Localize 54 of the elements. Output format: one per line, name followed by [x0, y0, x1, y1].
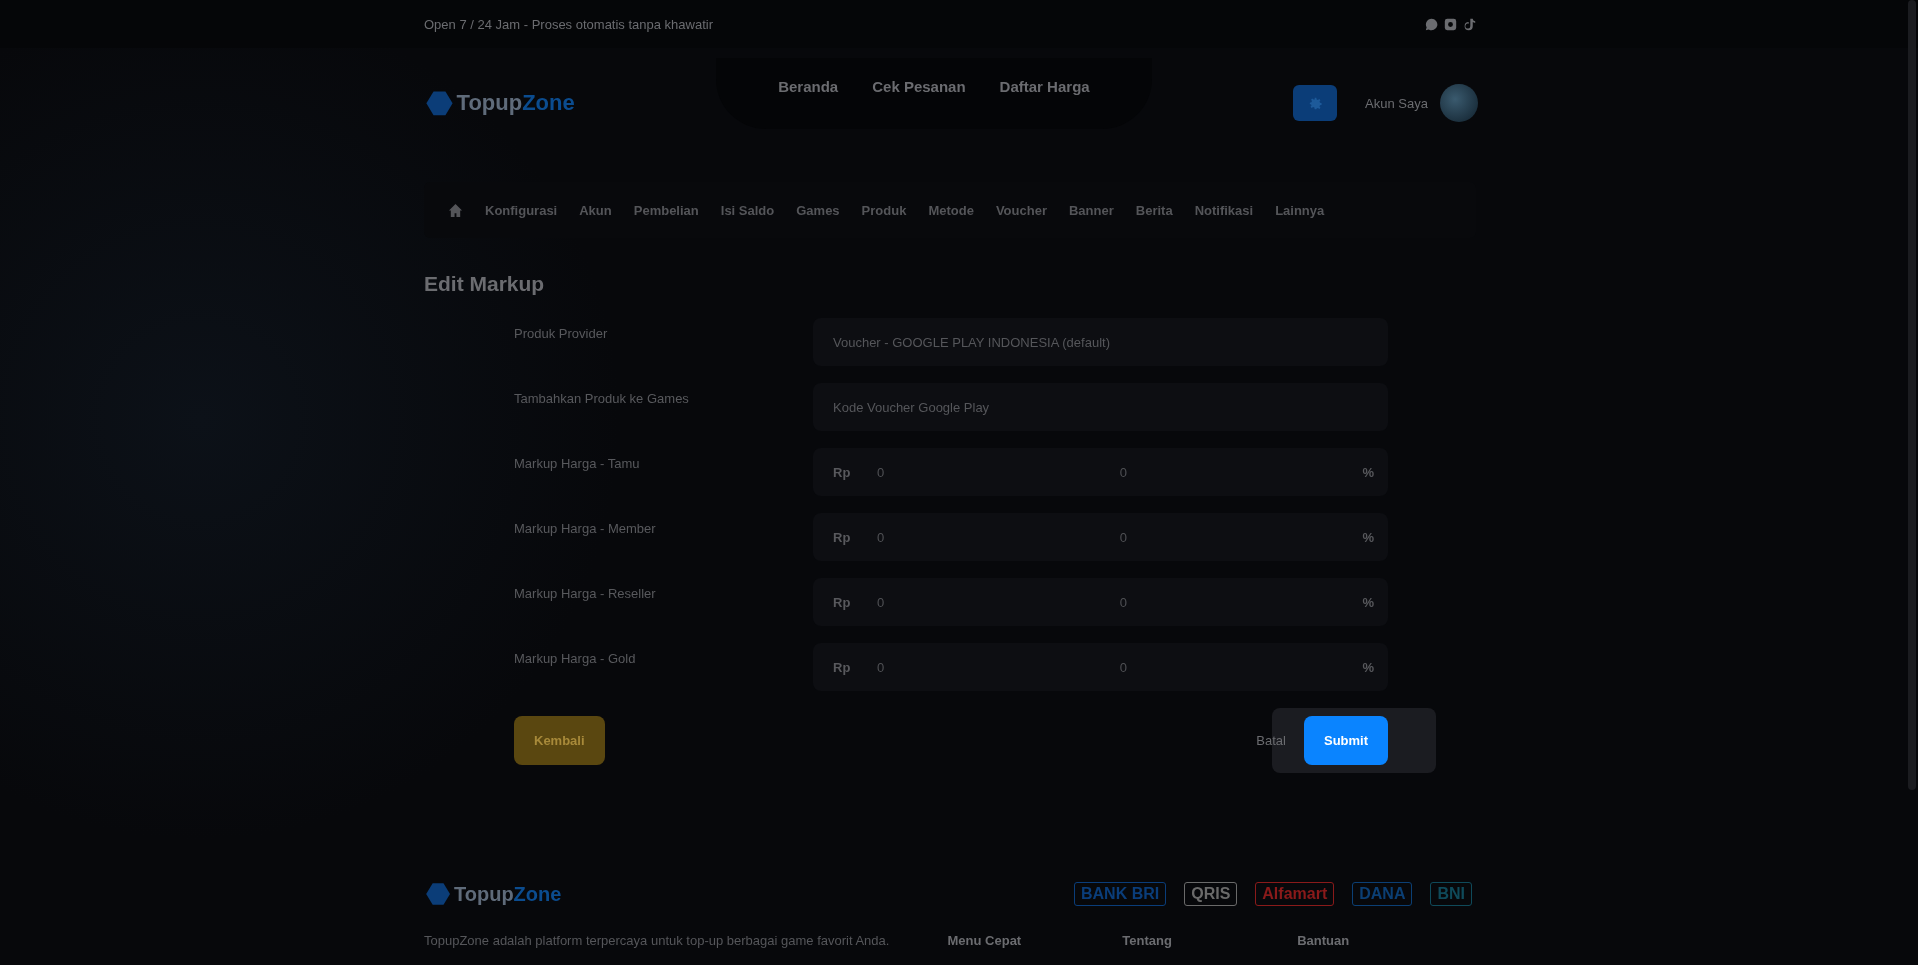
tagline: Open 7 / 24 Jam - Proses otomatis tanpa khawatir — [424, 16, 714, 32]
payment-logo: QRIS — [1184, 882, 1238, 906]
footer-heading: Menu Cepat — [947, 933, 1023, 948]
menu-item[interactable]: Notifikasi — [1194, 202, 1254, 218]
submit-button[interactable]: Submit — [1304, 716, 1388, 765]
field-label: Markup Harga - Member — [514, 520, 657, 536]
footer-heading: Tentang — [1122, 933, 1173, 948]
menu-item[interactable]: Lainnya — [1275, 202, 1325, 218]
field-label: Produk Provider — [514, 325, 609, 341]
markup-field[interactable]: Rp 0 0 % — [813, 448, 1388, 496]
input-field[interactable]: Kode Voucher Google Play — [813, 383, 1388, 431]
field-label: Tambahkan Produk ke Games — [514, 390, 690, 406]
settings-icon[interactable] — [1308, 96, 1322, 110]
account-link[interactable]: Akun Saya — [1365, 95, 1428, 111]
logo-icon — [424, 88, 453, 118]
logo[interactable]: TopupZone — [424, 881, 562, 907]
field-label: Markup Harga - Reseller — [514, 585, 657, 601]
logo-icon — [424, 881, 450, 907]
scrollbar[interactable] — [1908, 0, 1916, 790]
menu-item[interactable]: Akun — [579, 202, 612, 218]
payment-logo: DANA — [1352, 882, 1413, 906]
menu-item[interactable]: Voucher — [995, 202, 1047, 218]
payment-logo: BNI — [1430, 882, 1472, 906]
markup-field[interactable]: Rp 0 0 % — [813, 513, 1388, 561]
logo[interactable]: TopupZone — [424, 88, 575, 118]
menu-item[interactable]: Berita — [1135, 202, 1173, 218]
nav-link[interactable]: Beranda — [778, 77, 839, 95]
cancel-button[interactable]: Batal — [1256, 733, 1286, 748]
markup-field[interactable]: Rp 0 0 % — [813, 643, 1388, 691]
menu-item[interactable]: Games — [796, 202, 840, 218]
payment-logo: BANK BRI — [1073, 882, 1167, 906]
field-label: Markup Harga - Gold — [514, 650, 637, 666]
back-button[interactable]: Kembali — [514, 716, 605, 765]
home-icon[interactable] — [448, 202, 463, 218]
menu-item[interactable]: Produk — [861, 202, 907, 218]
nav-link[interactable]: Daftar Harga — [999, 77, 1090, 95]
input-field[interactable]: Voucher - GOOGLE PLAY INDONESIA (default) — [813, 318, 1388, 366]
page-title: Edit Markup — [424, 272, 546, 296]
footer-heading: Bantuan — [1297, 933, 1351, 948]
payment-logo: Alfamart — [1255, 882, 1335, 906]
settings-button[interactable] — [1293, 85, 1338, 121]
field-label: Markup Harga - Tamu — [514, 455, 641, 471]
markup-field[interactable]: Rp 0 0 % — [813, 578, 1388, 626]
chat-icon[interactable] — [1425, 17, 1438, 31]
menu-item[interactable]: Konfigurasi — [485, 202, 558, 218]
footer-description: TopupZone adalah platform terpercaya untuk top-up berbagai game favorit Anda. — [424, 933, 891, 948]
nav-link[interactable]: Cek Pesanan — [872, 77, 966, 95]
menu-item[interactable]: Banner — [1068, 202, 1114, 218]
menu-item[interactable]: Pembelian — [633, 202, 699, 218]
menu-item[interactable]: Metode — [928, 202, 974, 218]
menu-item[interactable]: Isi Saldo — [720, 202, 775, 218]
camera-icon[interactable] — [1444, 17, 1457, 31]
avatar[interactable] — [1440, 84, 1478, 122]
music-note-icon[interactable] — [1463, 17, 1476, 31]
